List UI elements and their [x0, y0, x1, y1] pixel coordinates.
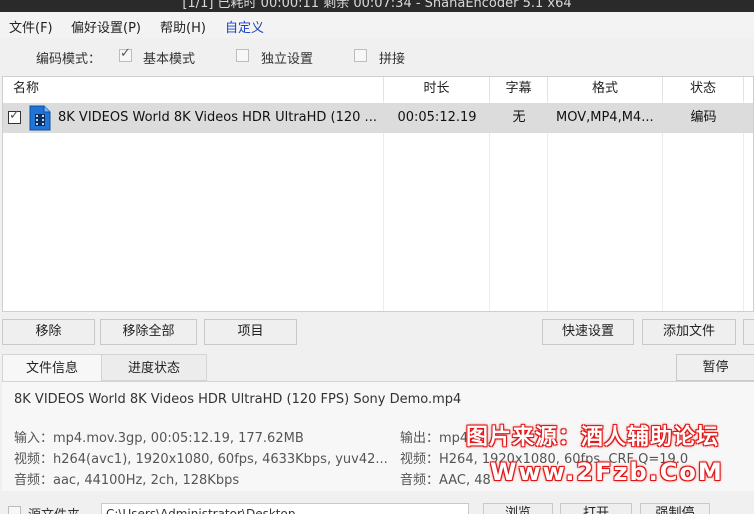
row-subtitle: 无 [512, 110, 526, 125]
watermark-line2: Www.2Fzb.CoM [490, 458, 724, 486]
item-button[interactable]: 项目 [204, 319, 297, 345]
column-header-status[interactable]: 状态 [663, 77, 744, 101]
source-folder-label: 源文件夹 [28, 504, 80, 514]
watermark-line1: 图片来源：酒人辅助论坛 [466, 425, 720, 450]
tab-progress[interactable]: 进度状态 [102, 354, 207, 381]
info-filename: 8K VIDEOS World 8K Videos HDR UltraHD (1… [14, 392, 462, 407]
info-input-audio: 音频：aac, 44100Hz, 2ch, 128Kbps [14, 473, 240, 488]
independent-settings-label: 独立设置 [261, 52, 314, 67]
remove-all-button[interactable]: 移除全部 [100, 319, 197, 345]
column-header-duration[interactable]: 时长 [384, 77, 490, 101]
source-folder-row: 源文件夹 C:\Users\Administrator\Desktop 浏览 打… [0, 500, 754, 514]
force-stop-button[interactable]: 强制停 [640, 503, 710, 514]
basic-mode-checkbox[interactable] [119, 46, 132, 62]
column-header-format[interactable]: 格式 [548, 77, 663, 101]
menu-bar: 文件(F) 偏好设置(P) 帮助(H) 自定义 [0, 12, 754, 38]
independent-settings-checkbox[interactable] [236, 49, 249, 62]
row-format: MOV,MP4,M4... [556, 110, 654, 125]
encode-mode-label: 编码模式： [36, 52, 102, 67]
window-title: [1/1] 已耗时 00:00:11 剩余 00:07:34 - ShanaEn… [182, 0, 572, 11]
tab-file-info[interactable]: 文件信息 [2, 354, 102, 381]
info-input-video: 视频：h264(avc1), 1920x1080, 60fps, 4633Kbp… [14, 452, 388, 467]
column-header-name[interactable]: 名称 [3, 77, 384, 101]
row-status: 编码 [690, 110, 717, 125]
concat-label: 拼接 [379, 52, 406, 67]
concat-checkbox[interactable] [354, 49, 367, 62]
row-checkbox[interactable] [8, 108, 21, 124]
quick-settings-button[interactable]: 快速设置 [542, 319, 634, 345]
row-name: 8K VIDEOS World 8K Videos HDR UltraHD (1… [58, 110, 377, 125]
open-button[interactable]: 打开 [560, 503, 632, 514]
overflow-button[interactable] [743, 319, 754, 345]
table-row[interactable]: 8K VIDEOS World 8K Videos HDR UltraHD (1… [3, 103, 753, 133]
menu-file[interactable]: 文件(F) [9, 17, 53, 36]
browse-button[interactable]: 浏览 [483, 503, 553, 514]
source-folder-path[interactable]: C:\Users\Administrator\Desktop [101, 503, 469, 514]
remove-button[interactable]: 移除 [2, 319, 95, 345]
info-output-audio: 音频：AAC, 48 [400, 473, 491, 488]
menu-help[interactable]: 帮助(H) [160, 17, 206, 36]
file-list[interactable]: 名称 时长 字幕 格式 状态 8K VIDEOS World 8K Videos… [2, 76, 754, 312]
row-duration: 00:05:12.19 [397, 110, 477, 125]
video-file-icon [29, 105, 51, 131]
add-file-button[interactable]: 添加文件 [642, 319, 736, 345]
info-output: 输出：mp4 [400, 431, 469, 446]
column-header-subtitle[interactable]: 字幕 [490, 77, 548, 101]
pause-button[interactable]: 暂停 [676, 354, 754, 381]
title-bar: [1/1] 已耗时 00:00:11 剩余 00:07:34 - ShanaEn… [0, 0, 754, 12]
info-input: 输入：mp4.mov.3gp, 00:05:12.19, 177.62MB [14, 431, 304, 446]
basic-mode-label: 基本模式 [143, 52, 196, 67]
menu-preferences[interactable]: 偏好设置(P) [71, 17, 141, 36]
menu-custom[interactable]: 自定义 [225, 17, 264, 36]
source-folder-checkbox[interactable] [8, 506, 21, 514]
